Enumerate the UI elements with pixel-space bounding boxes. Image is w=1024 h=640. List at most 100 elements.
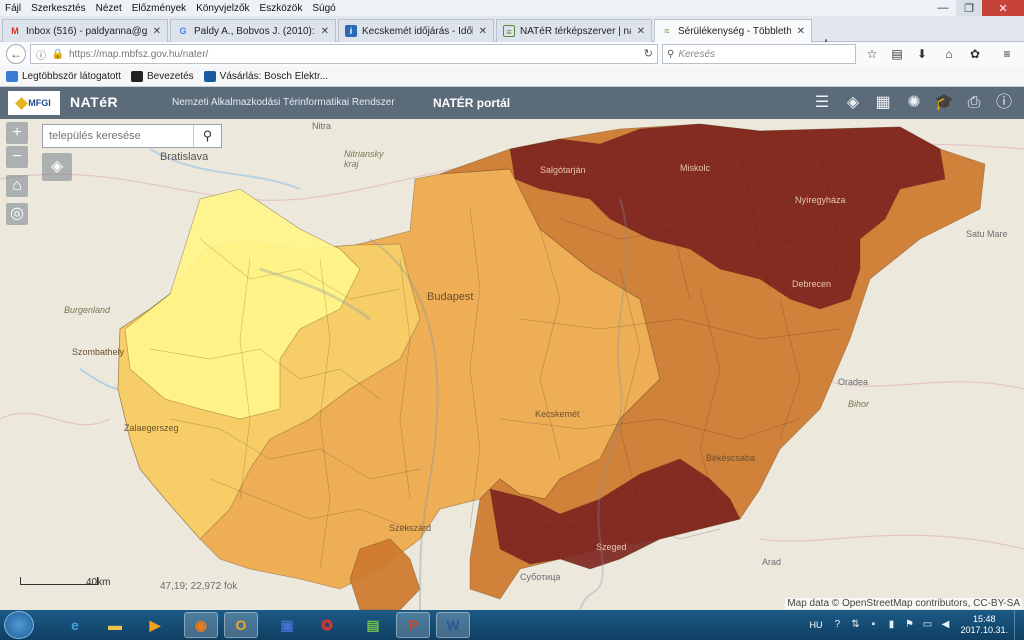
tab-title: Kecskemét időjárás - Időkép [362, 25, 473, 37]
clock[interactable]: 15:48 2017.10.31. [960, 614, 1008, 636]
star-icon[interactable]: ☆ [863, 45, 881, 63]
background-road [0, 412, 111, 426]
map-attribution[interactable]: Map data © OpenStreetMap contributors, C… [785, 598, 1022, 609]
choropleth-region-level4[interactable] [349, 538, 421, 610]
url-text[interactable]: https://map.mbfsz.gov.hu/nater/ [69, 49, 208, 60]
map-label-arad: Arad [762, 557, 782, 567]
tray-flag-icon[interactable]: ⚑ [903, 619, 915, 631]
portal-link[interactable]: NATÉR portál [433, 96, 510, 110]
save-icon[interactable]: ▣ [270, 612, 304, 638]
outlook-icon[interactable]: O [224, 612, 258, 638]
map-label-bratislava: Bratislava [160, 151, 209, 163]
zoom-out-button[interactable]: − [6, 146, 28, 168]
back-button[interactable]: ← [6, 44, 26, 64]
download-icon[interactable]: ⬇ [913, 45, 931, 63]
reading-list-icon[interactable]: ▤ [888, 45, 906, 63]
url-bar[interactable]: ⓘ 🔒 https://map.mbfsz.gov.hu/nater/ ↻ [30, 44, 658, 64]
tab-paldy[interactable]: G Paldy A., Bobvos J. (2010): Cli ✕ [170, 19, 336, 42]
browser-search-input[interactable]: ⚲ Keresés [662, 44, 856, 64]
tray-network-icon[interactable]: ▮ [885, 619, 897, 631]
close-tab-icon[interactable]: ✕ [153, 26, 161, 37]
tab-bar: M Inbox (516) - paldyanna@gm ✕ G Paldy A… [0, 16, 1024, 54]
education-icon[interactable]: 🎓 [933, 92, 955, 114]
map-label-nitriansky-kraj: Nitriansky kraj [344, 149, 384, 169]
menu-bookmarks[interactable]: Könyvjelzők [191, 3, 254, 14]
home-icon[interactable]: ⌂ [940, 45, 958, 63]
map-label-oradea: Oradea [838, 377, 869, 387]
print-icon[interactable]: ⎙ [963, 92, 985, 114]
map-label-budapest: Budapest [427, 291, 474, 303]
close-button[interactable]: ✕ [982, 0, 1024, 16]
firefox-icon[interactable]: ◉ [184, 612, 218, 638]
acrobat-icon[interactable]: ✪ [310, 612, 344, 638]
tab-serulekenyseg[interactable]: ≈ Sérülékenység - Többlethalá ✕ [654, 19, 812, 42]
reload-icon[interactable]: ↻ [644, 47, 653, 60]
zoom-in-button[interactable]: + [6, 122, 28, 144]
word-icon[interactable]: W [436, 612, 470, 638]
bookmark-most-visited[interactable]: Legtöbbször látogatott [6, 70, 121, 82]
moodle-icon [130, 70, 143, 82]
menu-history[interactable]: Előzmények [127, 3, 191, 14]
menu-bar: Fájl Szerkesztés Nézet Előzmények Könyvj… [0, 0, 1024, 16]
tray-battery-icon[interactable]: ▭ [921, 619, 933, 631]
lock-warning-icon: 🔒 [51, 48, 65, 60]
map-label-kecskemet: Kecskemét [535, 409, 580, 419]
menu-tools[interactable]: Eszközök [255, 3, 308, 14]
tray-volume-icon[interactable]: ◀ [939, 619, 951, 631]
menu-help[interactable]: Súgó [307, 3, 340, 14]
clock-date: 2017.10.31. [960, 625, 1008, 635]
close-tab-icon[interactable]: ✕ [321, 26, 329, 37]
tray-arrows-icon[interactable]: ⇅ [849, 619, 861, 631]
media-icon[interactable]: ▶ [138, 612, 172, 638]
gift-icon[interactable]: ▤ [356, 612, 390, 638]
tray-antivirus-icon[interactable]: ▪ [867, 619, 879, 631]
close-tab-icon[interactable]: ✕ [637, 26, 645, 37]
bookmark-label: Vásárlás: Bosch Elektr... [219, 70, 329, 82]
close-tab-icon[interactable]: ✕ [797, 26, 805, 37]
place-search-input[interactable] [43, 126, 193, 146]
start-button[interactable] [4, 611, 34, 639]
info-icon[interactable]: ⓘ [34, 47, 48, 62]
tab-title: NATéR térképszerver | nater [520, 25, 631, 37]
search-icon[interactable]: ⚲ [193, 125, 221, 147]
map-label-nitra: Nitra [312, 121, 332, 131]
maximize-button[interactable]: ❐ [956, 0, 982, 16]
mfgi-logo[interactable]: MFGI [8, 91, 60, 115]
layers-icon[interactable]: ◈ [842, 92, 864, 114]
powerpoint-icon[interactable]: P [396, 612, 430, 638]
palette-icon[interactable]: ✺ [903, 92, 925, 114]
reset-view-button[interactable]: ◎ [6, 203, 28, 225]
menu-file[interactable]: Fájl [0, 3, 26, 14]
info-icon[interactable]: ⓘ [993, 92, 1015, 114]
language-indicator[interactable]: HU [809, 620, 822, 630]
google-icon: G [179, 26, 187, 36]
bookmark-label: Bevezetés [146, 70, 194, 82]
bookmark-bosch[interactable]: Vásárlás: Bosch Elektr... [203, 70, 329, 82]
tab-title: Sérülékenység - Többlethalá [678, 25, 791, 37]
search-icon: ⚲ [667, 48, 675, 60]
menu-edit[interactable]: Szerkesztés [26, 3, 90, 14]
close-tab-icon[interactable]: ✕ [479, 26, 487, 37]
map-canvas[interactable] [0, 119, 1024, 610]
menu-view[interactable]: Nézet [91, 3, 127, 14]
tray-help-icon[interactable]: ? [831, 619, 843, 631]
extension-icon[interactable]: ✿ [966, 45, 984, 63]
hamburger-menu-icon[interactable]: ≡ [998, 45, 1016, 63]
layer-switcher-button[interactable]: ◈ [42, 153, 72, 181]
map-view[interactable]: Bratislava Nitra Nitriansky kraj Burgenl… [0, 119, 1024, 610]
tab-kecskemet[interactable]: i Kecskemét időjárás - Időkép ✕ [338, 19, 494, 42]
background-road [759, 534, 1024, 550]
bookmarks-bar: Legtöbbször látogatott Bevezetés Vásárlá… [0, 66, 1024, 87]
map-label-miskolc: Miskolc [680, 163, 711, 173]
ie-icon[interactable]: e [58, 612, 92, 638]
tab-nater-server[interactable]: ≡ NATéR térképszerver | nater ✕ [496, 19, 652, 42]
minimize-button[interactable]: — [930, 0, 956, 16]
tab-inbox[interactable]: M Inbox (516) - paldyanna@gm ✕ [2, 19, 168, 42]
explorer-icon[interactable]: ▬ [98, 612, 132, 638]
show-desktop-button[interactable] [1014, 610, 1024, 640]
grid-icon[interactable]: ▦ [872, 92, 894, 114]
page-icon: ≡ [503, 25, 515, 37]
bookmark-bevezetes[interactable]: Bevezetés [130, 70, 194, 82]
list-icon[interactable]: ☰ [811, 92, 833, 114]
home-view-button[interactable]: ⌂ [6, 175, 28, 197]
